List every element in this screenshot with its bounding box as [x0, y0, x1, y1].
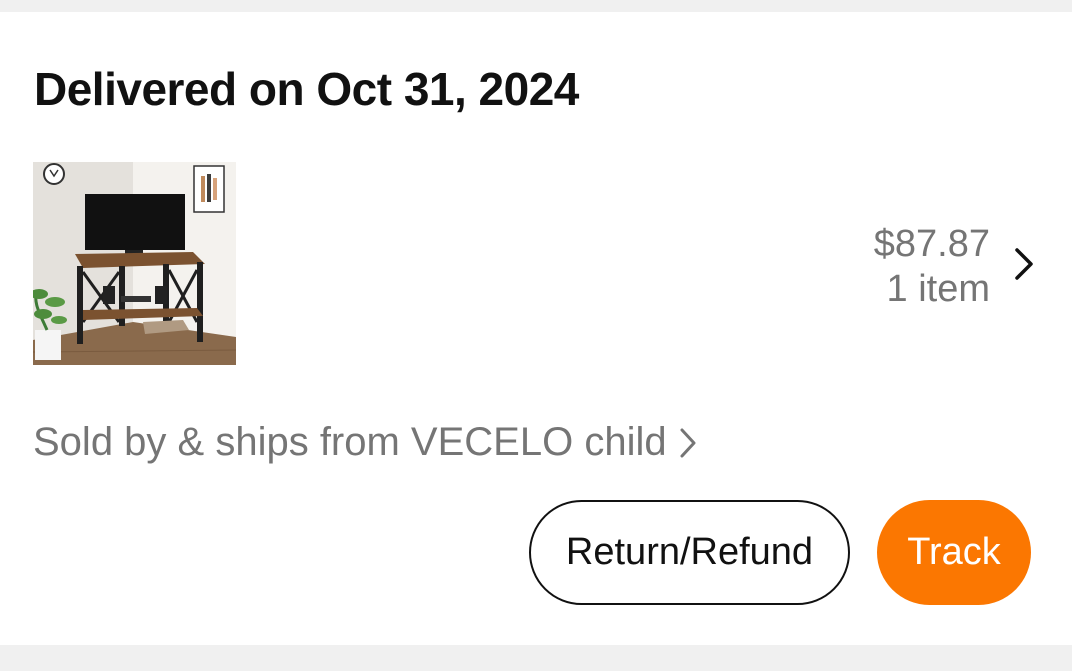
- chevron-right-icon[interactable]: [1012, 244, 1036, 284]
- order-summary: $87.87 1 item: [874, 222, 990, 312]
- chevron-right-icon: [677, 425, 699, 461]
- seller-text: Sold by & ships from VECELO child: [33, 420, 667, 464]
- product-thumbnail[interactable]: [33, 162, 236, 365]
- order-price: $87.87: [873, 223, 990, 265]
- order-item-row[interactable]: $87.87 1 item: [0, 162, 1072, 365]
- seller-link[interactable]: Sold by & ships from VECELO child: [33, 420, 699, 465]
- return-refund-button[interactable]: Return/Refund: [529, 500, 850, 605]
- order-card: Delivered on Oct 31, 2024 $87.87 1 item …: [0, 12, 1072, 645]
- delivery-status-title: Delivered on Oct 31, 2024: [34, 63, 579, 115]
- track-button[interactable]: Track: [877, 500, 1031, 605]
- order-item-count: 1 item: [886, 268, 990, 310]
